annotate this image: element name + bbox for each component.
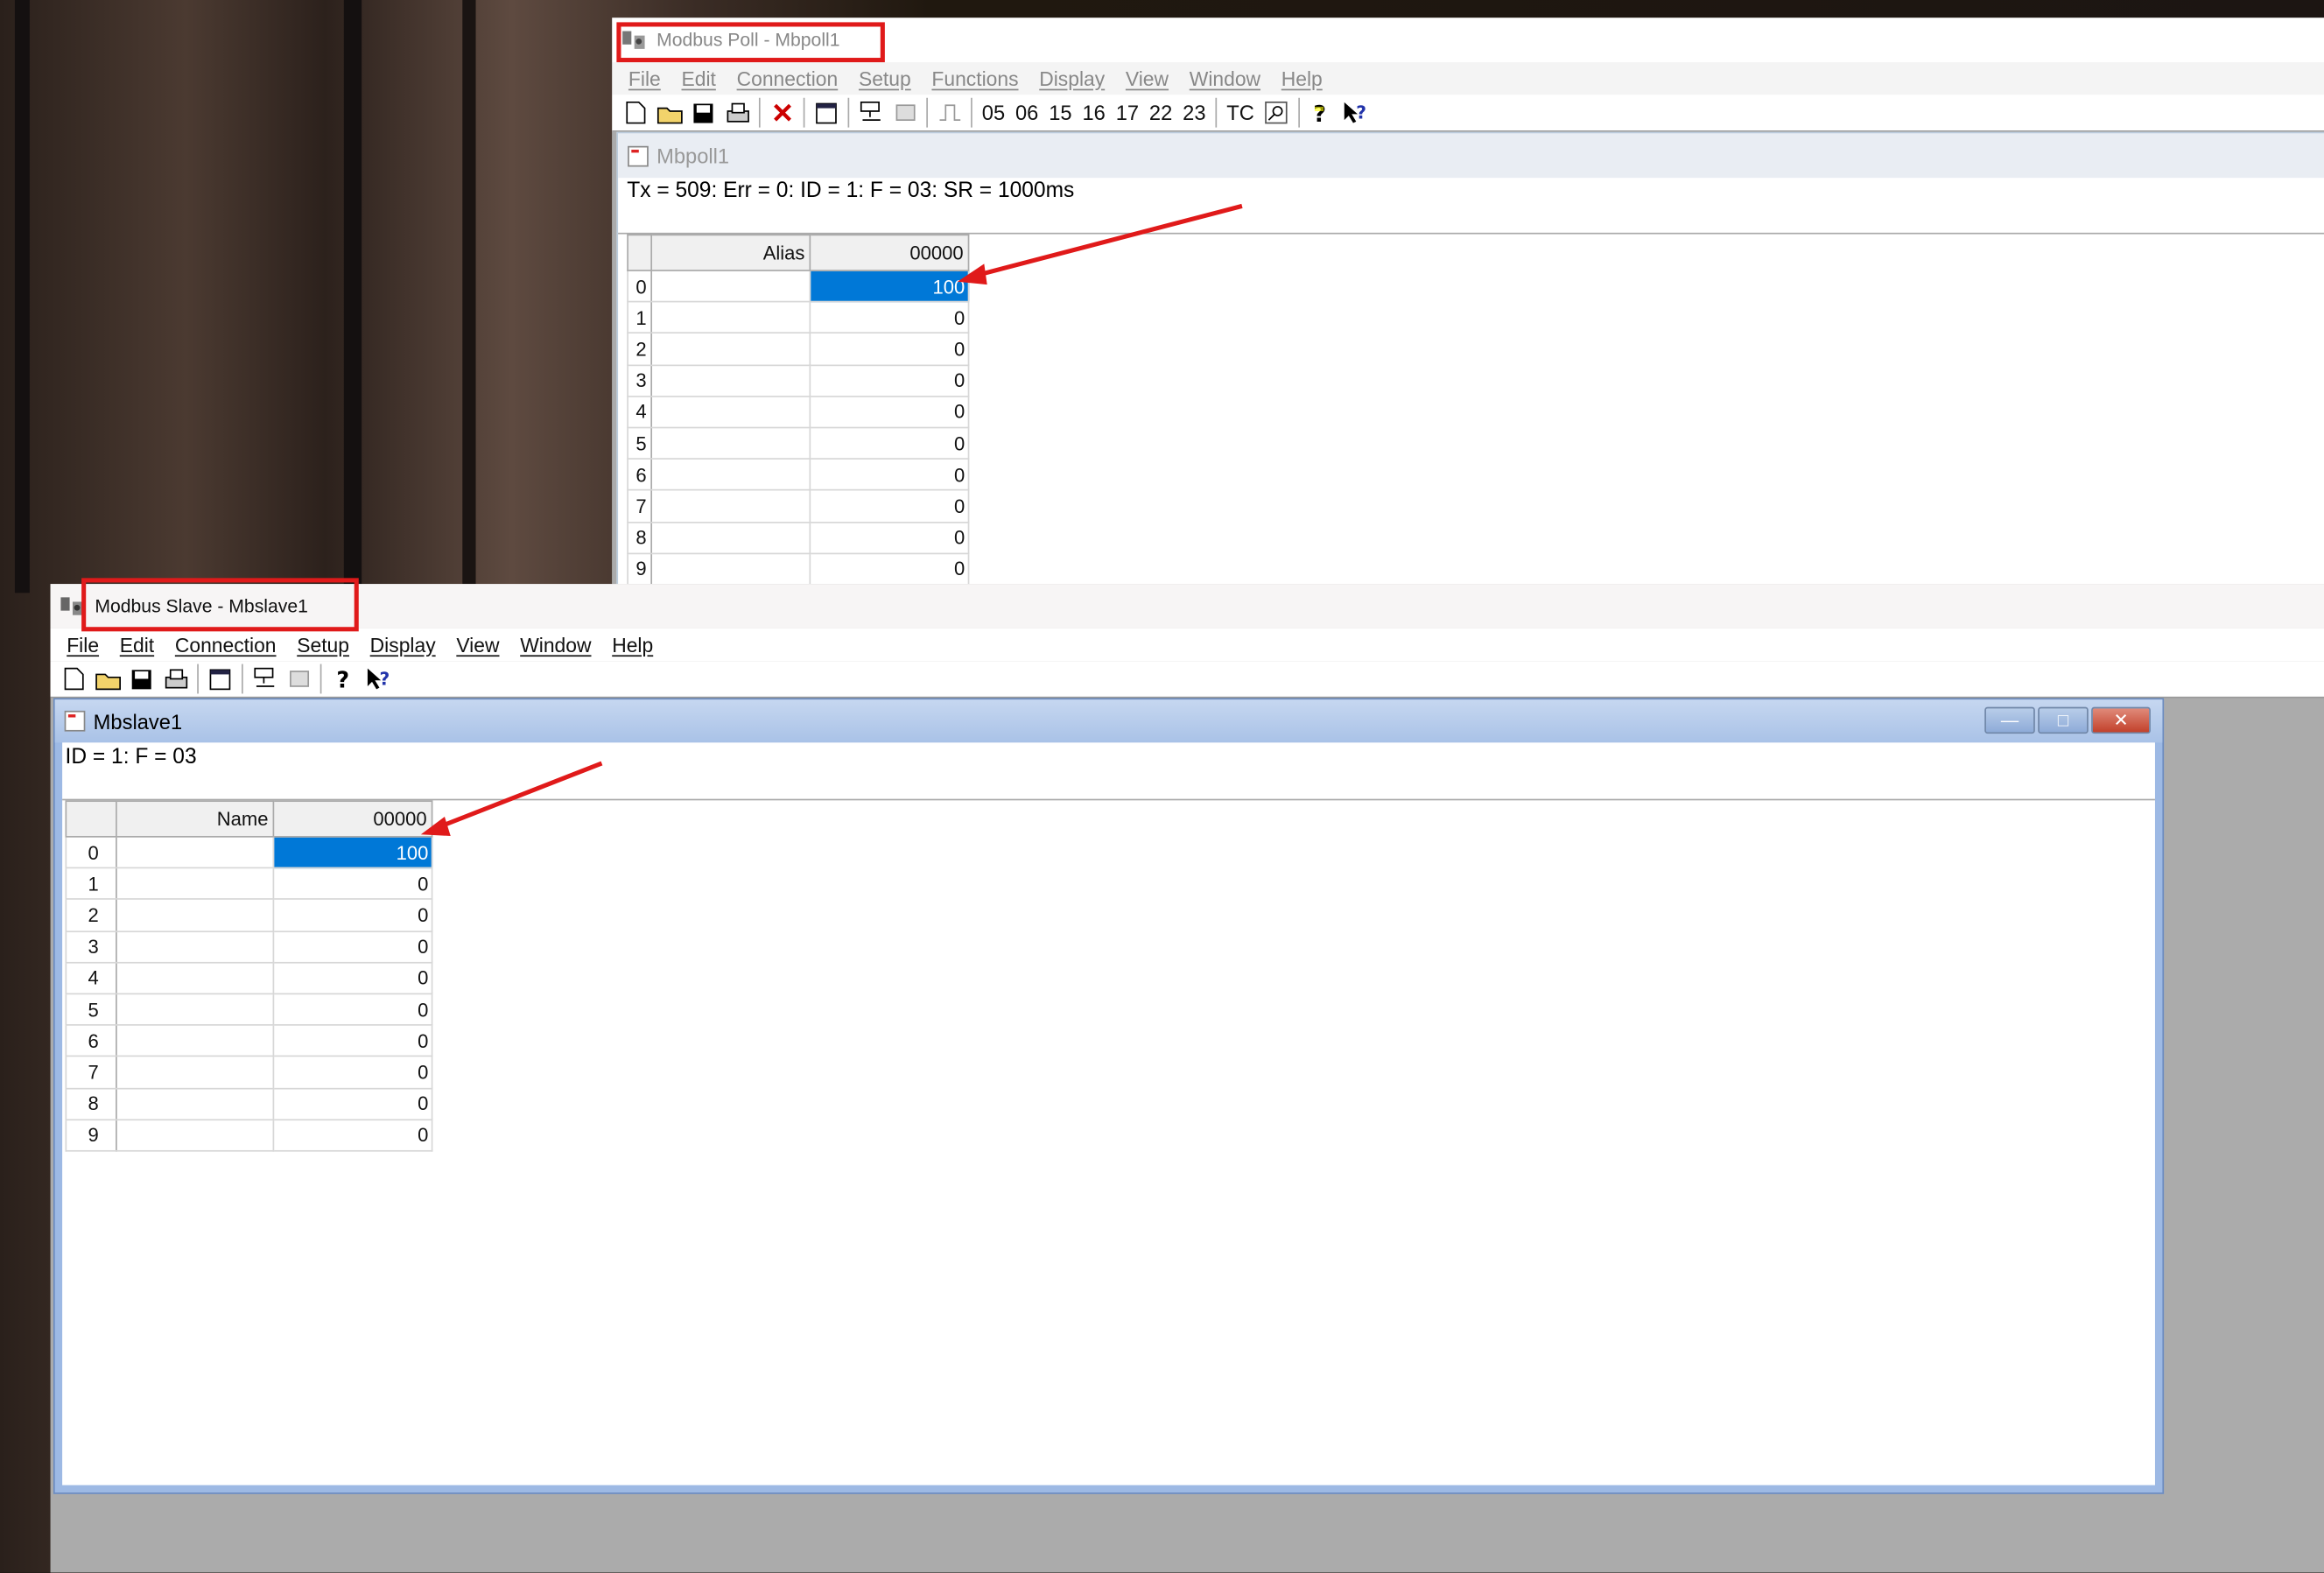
desktop: Modbus Poll - Mbpoll1 File Edit Connecti… xyxy=(0,0,2324,1573)
annotation-arrow-slave xyxy=(420,761,603,836)
annotation-arrow-poll xyxy=(957,203,1243,285)
annotation-arrows xyxy=(420,203,1243,836)
